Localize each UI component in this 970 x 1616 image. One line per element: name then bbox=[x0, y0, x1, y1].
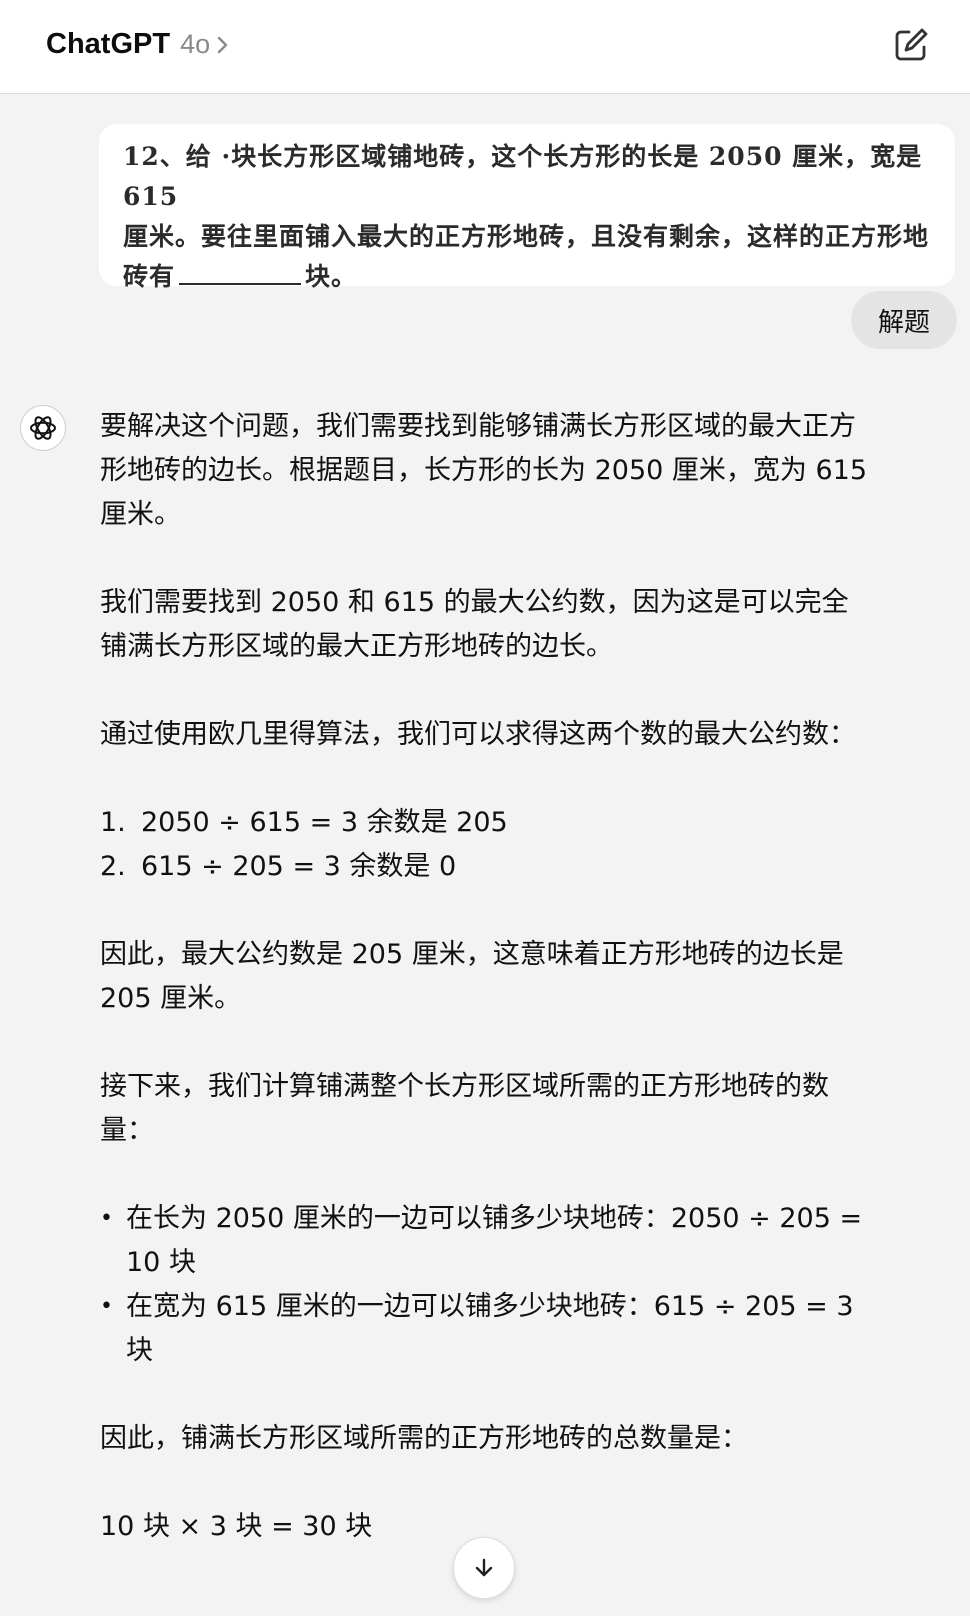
question-line-3-start: 砖有 bbox=[123, 262, 176, 291]
openai-logo-icon bbox=[30, 416, 56, 440]
list-item-text: 在宽为 615 厘米的一边可以铺多少块地砖：615 ÷ 205 = 3 块 bbox=[126, 1291, 854, 1366]
chevron-right-icon bbox=[217, 36, 228, 54]
new-chat-icon[interactable] bbox=[892, 26, 930, 64]
list-item: • 在长为 2050 厘米的一边可以铺多少块地砖：2050 ÷ 205 = 10… bbox=[100, 1197, 870, 1285]
steps-list: 1. 2050 ÷ 615 = 3 余数是 205 2. 615 ÷ 205 =… bbox=[100, 801, 870, 889]
bullet-icon: • bbox=[100, 1206, 113, 1231]
model-name: 4o bbox=[180, 28, 211, 59]
answer-paragraph: 因此，最大公约数是 205 厘米，这意味着正方形地砖的边长是 205 厘米。 bbox=[100, 939, 844, 1014]
scroll-to-bottom-button[interactable] bbox=[453, 1537, 515, 1599]
assistant-avatar bbox=[20, 405, 66, 451]
answer-paragraph: 通过使用欧几里得算法，我们可以求得这两个数的最大公约数： bbox=[100, 719, 856, 750]
list-item-text: 615 ÷ 205 = 3 余数是 0 bbox=[141, 851, 457, 882]
arrow-down-icon bbox=[475, 1558, 493, 1577]
top-bar: ChatGPT 4o bbox=[0, 0, 970, 94]
assistant-message: 要解决这个问题，我们需要找到能够铺满长方形区域的最大正方形地砖的边长。根据题目，… bbox=[100, 405, 870, 1593]
answer-blank bbox=[179, 257, 302, 285]
user-message-bubble: 解题 bbox=[851, 291, 957, 349]
question-line-1: 12、给 ·块长方形区域铺地砖，这个长方形的长是 2050 厘米，宽是 615 bbox=[123, 142, 923, 211]
question-image[interactable]: 12、给 ·块长方形区域铺地砖，这个长方形的长是 2050 厘米，宽是 615 … bbox=[99, 124, 955, 291]
question-line-3-end: 块。 bbox=[305, 262, 358, 291]
list-number: 2. bbox=[100, 851, 126, 882]
answer-paragraph: 接下来，我们计算铺满整个长方形区域所需的正方形地砖的数量： bbox=[100, 1071, 829, 1146]
list-number: 1. bbox=[100, 807, 126, 838]
model-selector[interactable]: ChatGPT 4o bbox=[46, 26, 230, 62]
bullet-list: • 在长为 2050 厘米的一边可以铺多少块地砖：2050 ÷ 205 = 10… bbox=[100, 1197, 870, 1373]
question-image-text: 12、给 ·块长方形区域铺地砖，这个长方形的长是 2050 厘米，宽是 615 … bbox=[123, 137, 933, 297]
app-name: ChatGPT bbox=[46, 27, 171, 60]
answer-paragraph: 因此，铺满长方形区域所需的正方形地砖的总数量是： bbox=[100, 1423, 748, 1454]
list-item: 2. 615 ÷ 205 = 3 余数是 0 bbox=[100, 845, 870, 889]
bullet-icon: • bbox=[100, 1294, 113, 1319]
list-item-text: 2050 ÷ 615 = 3 余数是 205 bbox=[141, 807, 508, 838]
list-item: • 在宽为 615 厘米的一边可以铺多少块地砖：615 ÷ 205 = 3 块 bbox=[100, 1285, 870, 1373]
question-line-2: 厘米。要往里面铺入最大的正方形地砖，且没有剩余，这样的正方形地 bbox=[123, 222, 930, 251]
list-item-text: 在长为 2050 厘米的一边可以铺多少块地砖：2050 ÷ 205 = 10 块 bbox=[126, 1203, 863, 1278]
answer-paragraph: 我们需要找到 2050 和 615 的最大公约数，因为这是可以完全铺满长方形区域… bbox=[100, 587, 849, 662]
answer-paragraph: 要解决这个问题，我们需要找到能够铺满长方形区域的最大正方形地砖的边长。根据题目，… bbox=[100, 411, 867, 530]
list-item: 1. 2050 ÷ 615 = 3 余数是 205 bbox=[100, 801, 870, 845]
question-line-3: 砖有 块。 bbox=[123, 257, 933, 297]
